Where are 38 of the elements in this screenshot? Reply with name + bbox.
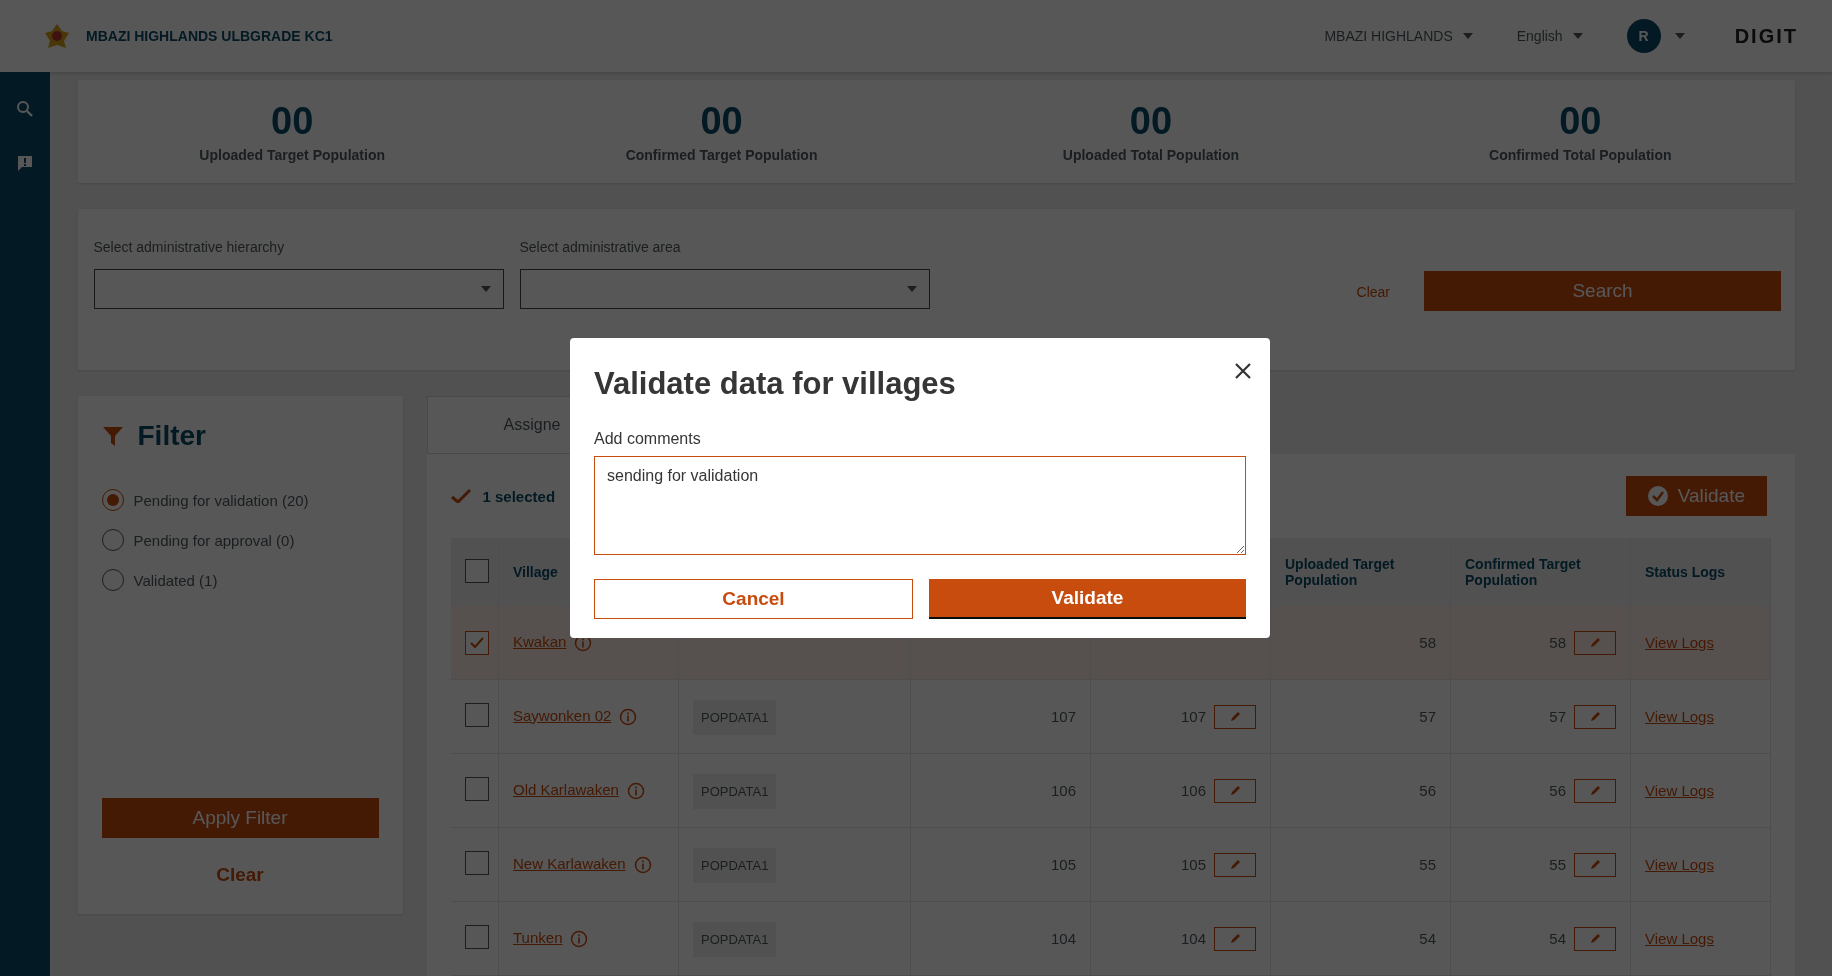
- table-cell: 107: [1050, 708, 1076, 725]
- table-cell: 57: [1419, 708, 1436, 725]
- stat-label: Confirmed Total Population: [1489, 147, 1672, 164]
- stat-label: Confirmed Target Population: [625, 147, 818, 164]
- table-cell: 58: [1549, 634, 1566, 651]
- table-cell: 57: [1549, 708, 1566, 725]
- table-cell: 56: [1549, 782, 1566, 799]
- stat-value: 00: [700, 100, 743, 144]
- filter-title: Filter: [137, 420, 206, 452]
- table-cell: 105: [1180, 856, 1206, 873]
- brand-logo: DIGIT: [1734, 24, 1798, 48]
- table-cell: 104: [1180, 930, 1206, 947]
- dialog-title: Validate data for villages: [594, 366, 956, 402]
- table-cell: 55: [1419, 856, 1436, 873]
- table-cell: 106: [1050, 782, 1076, 799]
- stat-label: Uploaded Total Population: [1062, 147, 1240, 164]
- table-cell: 55: [1549, 856, 1566, 873]
- table-cell: 56: [1419, 782, 1436, 799]
- field-label: Select administrative area: [519, 239, 682, 256]
- stat-label: Uploaded Target Population: [199, 147, 385, 164]
- stat-value: 00: [1559, 100, 1602, 144]
- table-cell: 58: [1419, 634, 1436, 651]
- table-cell: 107: [1180, 708, 1206, 725]
- selected-count: 1 selected: [482, 487, 556, 505]
- column-header: Uploaded Target Population: [1285, 556, 1395, 588]
- stat-value: 00: [271, 100, 314, 144]
- table-cell: 104: [1050, 930, 1076, 947]
- field-label: Select administrative hierarchy: [93, 239, 286, 256]
- column-header: Village: [513, 564, 558, 580]
- comments-label: Add comments: [594, 430, 702, 448]
- table-cell: 106: [1180, 782, 1206, 799]
- app-title: MBAZI HIGHLANDS ULBGRADE KC1: [86, 28, 333, 44]
- table-cell: 54: [1549, 930, 1566, 947]
- column-header: Confirmed Target Population: [1465, 556, 1581, 588]
- table-cell: 54: [1419, 930, 1436, 947]
- column-header: Status Logs: [1645, 564, 1726, 580]
- table-cell: 105: [1050, 856, 1076, 873]
- stat-value: 00: [1129, 100, 1173, 144]
